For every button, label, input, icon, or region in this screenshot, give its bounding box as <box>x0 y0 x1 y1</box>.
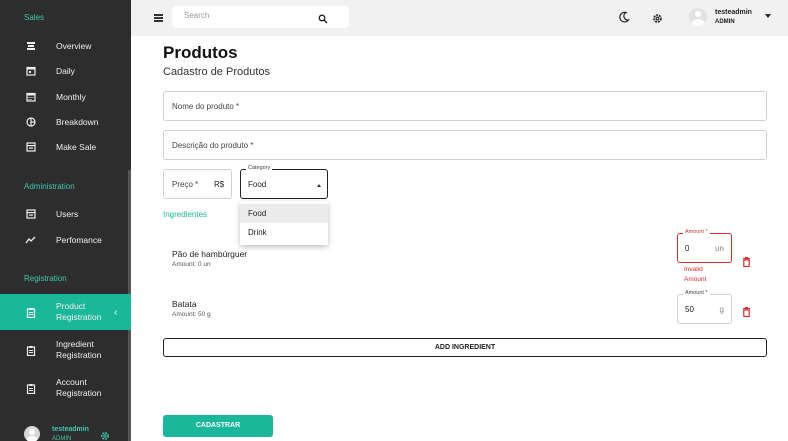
ingredient-name: Batata <box>172 299 197 309</box>
sidebar-user: testeadmin ADMIN <box>0 418 131 441</box>
page-subtitle: Cadastro de Produtos <box>163 66 271 78</box>
topbar-user-role: ADMIN <box>715 19 735 25</box>
amount-field[interactable]: Amount * 0 un <box>677 229 732 263</box>
clipboard-icon <box>25 383 36 394</box>
sidebar-item-ingredient-registration[interactable]: Ingredient Registration <box>0 337 131 363</box>
product-description-field[interactable]: Descrição do produto * <box>163 130 767 160</box>
product-name-field[interactable]: Nome do produto * <box>163 91 767 121</box>
ingredient-amount-text: Amount: 50 g <box>172 311 211 318</box>
price-prefix: R$ <box>214 180 225 189</box>
sidebar-item-product-registration[interactable]: Product Registration ‹ <box>0 294 131 330</box>
sidebar-item-label: Breakdown <box>56 116 99 127</box>
sidebar-item-performance[interactable]: Perfomance <box>0 227 131 253</box>
pie-chart-icon <box>25 117 36 128</box>
sidebar-item-daily[interactable]: Daily <box>0 58 131 84</box>
sidebar-item-breakdown[interactable]: Breakdown <box>0 109 131 135</box>
sidebar-section-sales: Sales <box>24 13 45 22</box>
page-title: Produtos <box>163 43 238 62</box>
sidebar-item-label: Monthly <box>56 91 86 102</box>
overview-icon <box>25 41 36 52</box>
calendar-day-icon <box>25 66 36 77</box>
price-label: Preço * <box>172 180 199 189</box>
gear-icon[interactable] <box>652 11 663 29</box>
sidebar-item-users[interactable]: Users <box>0 201 131 227</box>
sidebar-item-label: Perfomance <box>56 234 102 245</box>
chevron-up-icon <box>317 184 321 187</box>
sidebar-item-label: Daily <box>56 65 75 76</box>
avatar[interactable] <box>689 8 707 26</box>
delete-icon[interactable] <box>742 254 751 272</box>
amount-unit: un <box>715 244 724 253</box>
calendar-month-icon <box>25 92 36 103</box>
sidebar-user-role: ADMIN <box>52 436 72 441</box>
sidebar-item-label: Users <box>56 208 79 219</box>
ingredients-heading: Ingredientes <box>163 210 208 219</box>
trending-icon <box>25 235 36 246</box>
topbar: testeadmin ADMIN <box>131 0 788 36</box>
avatar[interactable] <box>24 426 40 441</box>
amount-error-text: Invalid Amount <box>684 266 707 283</box>
add-ingredient-button[interactable]: ADD INGREDIENT <box>163 338 767 357</box>
sidebar-item-make-sale[interactable]: Make Sale <box>0 134 131 160</box>
amount-label: Amount * <box>683 290 710 296</box>
clipboard-icon <box>25 345 36 356</box>
gear-icon[interactable] <box>100 428 110 441</box>
amount-value: 50 <box>685 305 694 314</box>
ingredient-amount-text: Amount: 0 un <box>172 261 211 268</box>
amount-value: 0 <box>685 244 690 253</box>
search-input[interactable] <box>184 11 304 20</box>
category-dropdown: Food Drink <box>240 201 328 245</box>
dark-mode-icon[interactable] <box>618 10 630 28</box>
sidebar-user-name: testeadmin <box>52 426 89 433</box>
sidebar-section-administration: Administration <box>24 182 75 191</box>
search-icon[interactable] <box>318 11 328 29</box>
sidebar-item-label: Overview <box>56 40 92 51</box>
chevron-down-icon[interactable] <box>765 14 771 18</box>
search-bar <box>172 6 349 28</box>
category-select[interactable]: Category Food <box>240 165 328 199</box>
delete-icon[interactable] <box>742 304 751 322</box>
sidebar-item-overview[interactable]: Overview <box>0 33 131 59</box>
menu-icon[interactable] <box>154 14 163 22</box>
users-icon <box>25 209 36 220</box>
category-value: Food <box>248 180 267 189</box>
amount-unit: g <box>719 305 724 314</box>
product-name-placeholder: Nome do produto * <box>172 102 240 111</box>
category-option-food[interactable]: Food <box>240 204 328 223</box>
sidebar-item-label: Make Sale <box>56 141 97 152</box>
category-label: Category <box>246 165 273 171</box>
register-icon <box>25 142 36 153</box>
ingredient-name: Pão de hambúrguer <box>172 249 248 259</box>
sidebar: Sales Overview Daily Monthly Breakdown M… <box>0 0 131 441</box>
sidebar-item-label: Ingredient Registration <box>56 339 102 360</box>
sidebar-item-account-registration[interactable]: Account Registration <box>0 375 131 401</box>
product-description-placeholder: Descrição do produto * <box>172 141 254 150</box>
amount-field[interactable]: Amount * 50 g <box>677 290 732 324</box>
amount-label: Amount * <box>683 229 710 235</box>
sidebar-item-label: Product Registration <box>56 301 102 322</box>
category-option-drink[interactable]: Drink <box>240 223 328 242</box>
sidebar-item-monthly[interactable]: Monthly <box>0 84 131 110</box>
price-field[interactable]: Preço * R$ <box>163 169 232 199</box>
sidebar-item-label: Account Registration <box>56 377 102 398</box>
clipboard-icon <box>25 307 36 318</box>
sidebar-section-registration: Registration <box>24 274 67 283</box>
chevron-left-icon: ‹ <box>114 306 118 318</box>
topbar-user-name: testeadmin <box>715 9 752 16</box>
submit-button[interactable]: CADASTRAR <box>163 415 273 437</box>
